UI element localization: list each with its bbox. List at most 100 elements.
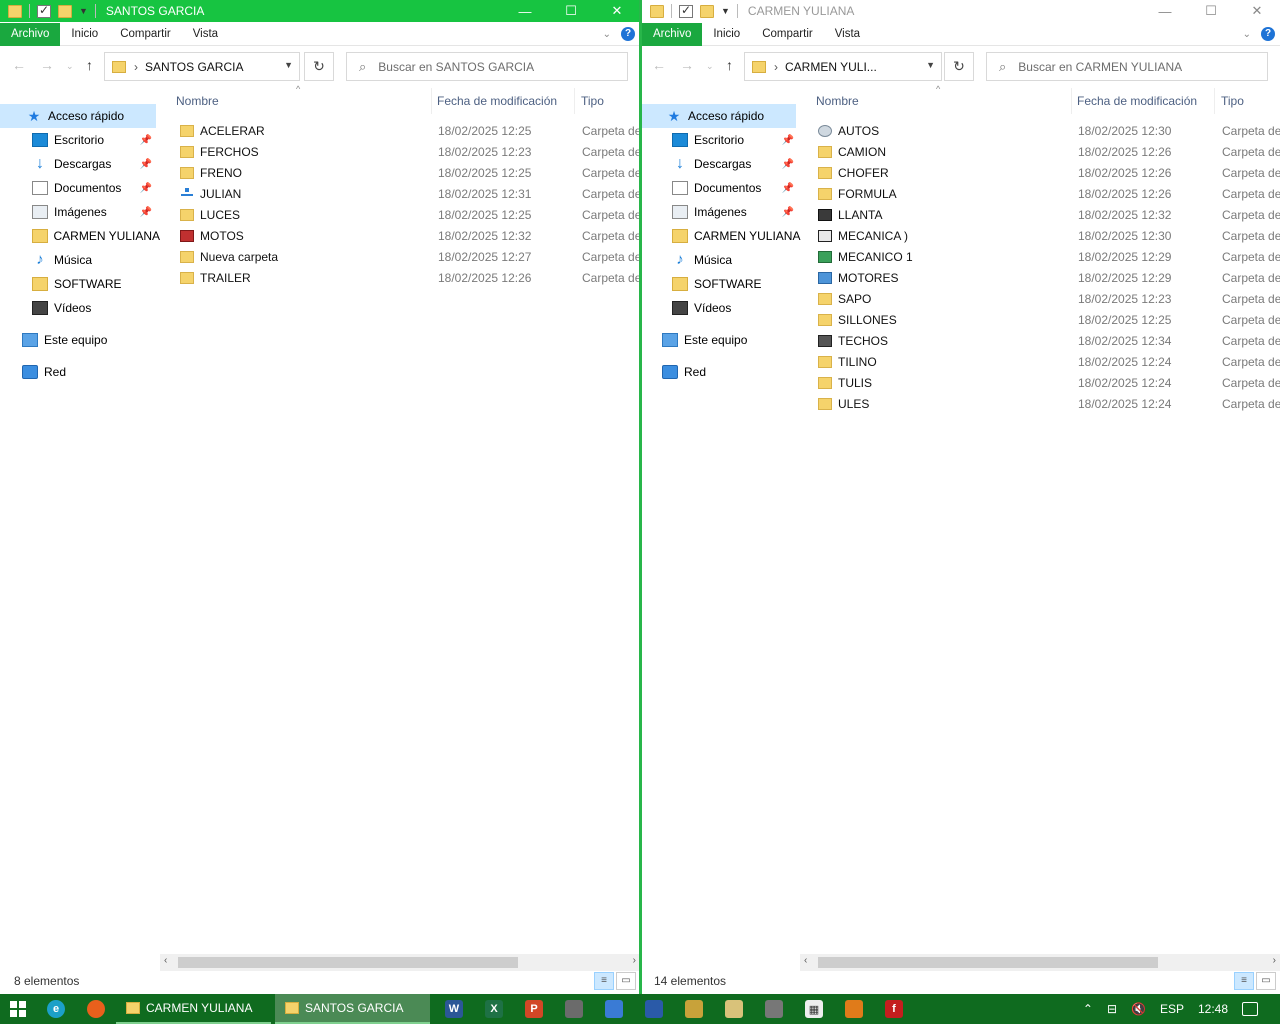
tab-archivo[interactable]: Archivo [642,22,703,46]
sidebar-item-videos[interactable]: Vídeos [0,296,160,320]
taskbar-window-carmen-yuliana[interactable]: CARMEN YULIANA [116,994,271,1024]
tab-inicio[interactable]: Inicio [702,23,751,46]
column-name[interactable]: Nombre [172,88,432,114]
edge-icon[interactable]: e [36,994,76,1024]
list-item[interactable]: JULIAN 18/02/2025 12:31 Carpeta de [180,183,640,204]
list-item[interactable]: FORMULA 18/02/2025 12:26 Carpeta de [818,183,1280,204]
list-item[interactable]: MOTOS 18/02/2025 12:32 Carpeta de [180,225,640,246]
notepad-icon[interactable] [714,994,754,1024]
column-name[interactable]: Nombre [812,88,1072,114]
close-button[interactable]: ✕ [1234,0,1280,22]
column-date-modified[interactable]: Fecha de modificación [433,88,575,114]
minimize-button[interactable]: — [1142,0,1188,22]
flash-icon[interactable]: f [874,994,914,1024]
sidebar-item-quick-access[interactable]: ★ Acceso rápido [642,104,796,128]
title-bar[interactable]: ▼ CARMEN YULIANA — ☐ ✕ [642,0,1280,22]
list-item[interactable]: TULIS 18/02/2025 12:24 Carpeta de [818,372,1280,393]
list-item[interactable]: TECHOS 18/02/2025 12:34 Carpeta de [818,330,1280,351]
list-item[interactable]: SILLONES 18/02/2025 12:25 Carpeta de [818,309,1280,330]
sidebar-item-musica[interactable]: ♪ Música [642,248,802,272]
list-item[interactable]: ULES 18/02/2025 12:24 Carpeta de [818,393,1280,414]
scrollbar-thumb[interactable] [178,957,518,968]
list-item[interactable]: ACELERAR 18/02/2025 12:25 Carpeta de [180,120,640,141]
search-box[interactable]: ⌕ Buscar en SANTOS GARCIA [346,52,628,81]
search-input[interactable]: Buscar en SANTOS GARCIA [378,60,534,74]
volume-muted-icon[interactable]: 🔇 [1131,1002,1146,1016]
tab-vista[interactable]: Vista [824,23,871,46]
explorer-window-santos[interactable]: ▼ SANTOS GARCIA — ☐ ✕ Archivo Inicio Com… [0,0,640,994]
back-arrow-icon[interactable]: ← [652,57,666,73]
forward-arrow-icon[interactable]: → [680,57,694,73]
horizontal-scrollbar[interactable]: ‹ › [800,954,1280,971]
list-item[interactable]: CHOFER 18/02/2025 12:26 Carpeta de [818,162,1280,183]
chevron-down-icon[interactable]: ▼ [926,60,935,70]
scroll-left-icon[interactable]: ‹ [804,955,807,966]
app-icon[interactable] [554,994,594,1024]
list-item[interactable]: FRENO 18/02/2025 12:25 Carpeta de [180,162,640,183]
sidebar-item-quick-access[interactable]: ★ Acceso rápido [0,104,156,128]
taskbar-window-santos-garcia[interactable]: SANTOS GARCIA [275,994,430,1024]
details-view-icon[interactable]: ≡ [1234,972,1254,990]
minimize-button[interactable]: — [502,0,548,22]
sidebar-item-documentos[interactable]: Documentos 📌 [642,176,802,200]
customize-toolbar-icon[interactable]: ▼ [721,6,730,16]
list-item[interactable]: MOTORES 18/02/2025 12:29 Carpeta de [818,267,1280,288]
column-date-modified[interactable]: Fecha de modificación [1073,88,1215,114]
sidebar-item-imagenes[interactable]: Imágenes 📌 [642,200,802,224]
firefox-icon[interactable] [76,994,116,1024]
app-icon[interactable] [754,994,794,1024]
scroll-left-icon[interactable]: ‹ [164,955,167,966]
address-bar[interactable]: › SANTOS GARCIA ▼ [104,52,300,81]
close-button[interactable]: ✕ [594,0,640,22]
language-indicator[interactable]: ESP [1160,1002,1184,1016]
sidebar-item-descargas[interactable]: ↓ Descargas 📌 [0,152,160,176]
sidebar-item-este-equipo[interactable]: Este equipo [0,328,160,352]
back-arrow-icon[interactable]: ← [12,57,26,73]
breadcrumb-separator-icon[interactable]: › [774,60,778,74]
sidebar-item-imagenes[interactable]: Imágenes 📌 [0,200,160,224]
refresh-button[interactable]: ↻ [304,52,334,81]
pin-icon[interactable]: 📌 [140,207,152,218]
breadcrumb-separator-icon[interactable]: › [134,60,138,74]
app-icon[interactable] [674,994,714,1024]
sidebar-item-software[interactable]: SOFTWARE [642,272,802,296]
maximize-button[interactable]: ☐ [1188,0,1234,22]
list-item[interactable]: CAMION 18/02/2025 12:26 Carpeta de [818,141,1280,162]
excel-icon[interactable]: X [474,994,514,1024]
recent-locations-icon[interactable]: ⌄ [706,61,714,72]
sidebar-item-software[interactable]: SOFTWARE [0,272,160,296]
properties-icon[interactable] [679,3,693,18]
search-box[interactable]: ⌕ Buscar en CARMEN YULIANA [986,52,1268,81]
network-icon[interactable]: ⊟ [1107,1002,1117,1016]
list-item[interactable]: MECANICO 1 18/02/2025 12:29 Carpeta de [818,246,1280,267]
tab-vista[interactable]: Vista [182,23,229,46]
maximize-button[interactable]: ☐ [548,0,594,22]
list-item[interactable]: MECANICA ) 18/02/2025 12:30 Carpeta de [818,225,1280,246]
app-icon[interactable] [634,994,674,1024]
chevron-down-icon[interactable]: ▼ [284,60,293,70]
customize-toolbar-icon[interactable]: ▼ [79,6,88,16]
start-button[interactable] [0,994,36,1024]
column-type[interactable]: Tipo [1217,88,1280,114]
list-item[interactable]: FERCHOS 18/02/2025 12:23 Carpeta de [180,141,640,162]
pin-icon[interactable]: 📌 [782,159,794,170]
tab-compartir[interactable]: Compartir [751,23,823,46]
sidebar-item-documentos[interactable]: Documentos 📌 [0,176,160,200]
list-item[interactable]: SAPO 18/02/2025 12:23 Carpeta de [818,288,1280,309]
horizontal-scrollbar[interactable]: ‹ › [160,954,640,971]
sidebar-item-carmen-yuliana[interactable]: CARMEN YULIANA [642,224,802,248]
up-arrow-icon[interactable]: ↑ [726,57,733,73]
up-arrow-icon[interactable]: ↑ [86,57,93,73]
new-folder-icon[interactable] [58,4,72,18]
refresh-button[interactable]: ↻ [944,52,974,81]
help-icon[interactable]: ? [1261,27,1275,41]
pin-icon[interactable]: 📌 [140,135,152,146]
address-path[interactable]: CARMEN YULI... [785,60,877,74]
pin-icon[interactable]: 📌 [782,183,794,194]
sidebar-item-carmen-yuliana[interactable]: CARMEN YULIANA [0,224,160,248]
help-icon[interactable]: ? [621,27,635,41]
pin-icon[interactable]: 📌 [140,183,152,194]
properties-icon[interactable] [37,3,51,18]
search-input[interactable]: Buscar en CARMEN YULIANA [1018,60,1182,74]
notifications-icon[interactable] [1242,1002,1258,1016]
